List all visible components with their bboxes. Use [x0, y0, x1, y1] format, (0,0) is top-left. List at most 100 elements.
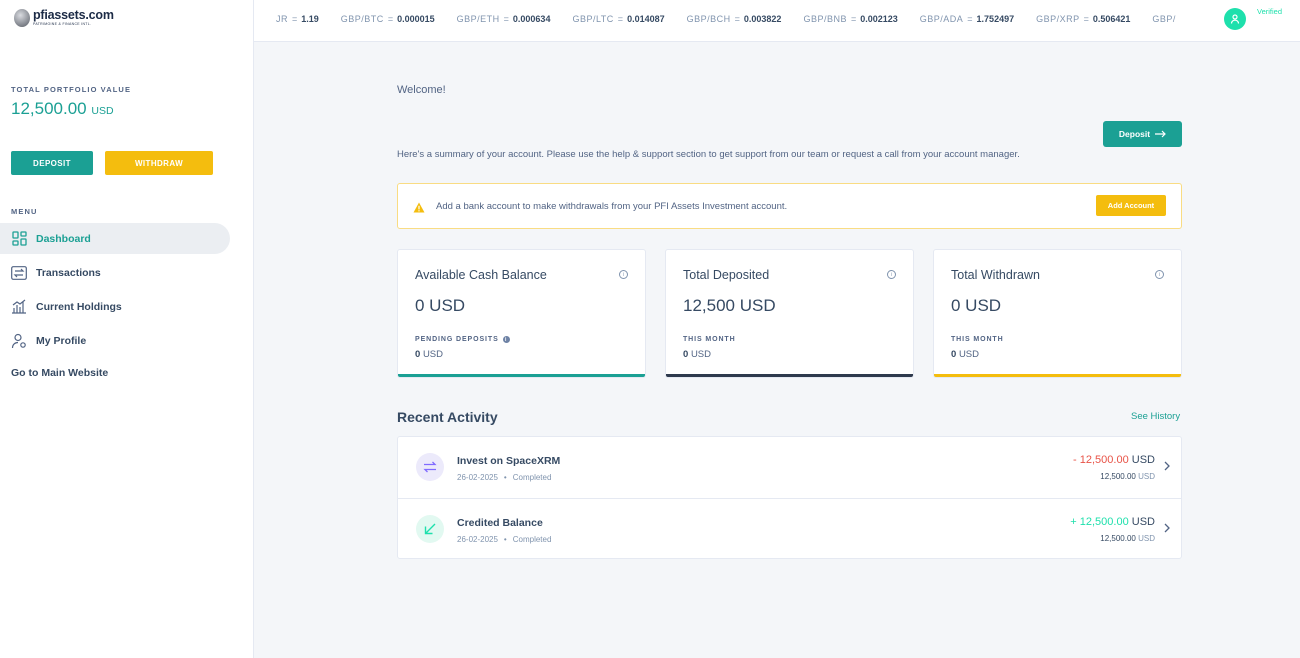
deposit-button[interactable]: Deposit — [1103, 121, 1182, 147]
card-sub-value: 0 USD — [683, 349, 711, 360]
activity-meta: 26-02-2025 • Completed — [457, 535, 552, 544]
card-title: Total Withdrawn — [951, 268, 1040, 282]
sidebar-item-label: My Profile — [36, 334, 87, 347]
menu-label: MENU — [11, 207, 38, 216]
card-accent-bar — [666, 374, 913, 377]
sidebar-item-holdings[interactable]: Current Holdings — [0, 291, 230, 322]
logo-name: pfiassets.com — [33, 8, 114, 22]
info-icon[interactable]: i — [887, 270, 896, 279]
recent-activity-title: Recent Activity — [397, 409, 498, 425]
logo-tagline: PATRIMOINE & FINANCE INTL. — [33, 22, 92, 26]
sidebar-item-profile[interactable]: My Profile — [0, 325, 230, 356]
ticker-item: JR = 1.19 — [276, 14, 319, 24]
card-title: Available Cash Balance — [415, 268, 547, 282]
info-icon[interactable]: i — [502, 336, 510, 343]
ticker-item: GBP/BTC = 0.000015 — [340, 14, 435, 24]
sidebar-item-transactions[interactable]: Transactions — [0, 257, 230, 288]
sidebar-withdraw-button[interactable]: WITHDRAW — [105, 151, 213, 175]
ticker-value: 0.000634 — [512, 14, 551, 24]
ticker-value: 0.003822 — [743, 14, 782, 24]
profile-icon — [11, 333, 27, 349]
transactions-icon — [11, 265, 27, 281]
portfolio-amount: 12,500.00 — [11, 99, 87, 118]
card-amount: 0 USD — [415, 296, 466, 315]
ticker-item: GBP/LTC = 0.014087 — [572, 14, 665, 24]
holdings-icon — [11, 299, 27, 315]
info-icon[interactable]: i — [1155, 270, 1164, 279]
user-icon — [1230, 14, 1240, 24]
info-icon[interactable]: i — [619, 270, 628, 279]
alert-text: Add a bank account to make withdrawals f… — [436, 201, 788, 212]
card-sub-label: PENDING DEPOSITS — [415, 336, 499, 343]
card-sub-label-wrap: THIS MONTH — [683, 336, 736, 343]
dashboard-icon — [11, 231, 27, 247]
ticker-pair: JR — [276, 14, 288, 24]
card-accent-bar — [398, 374, 645, 377]
activity-meta: 26-02-2025 • Completed — [457, 473, 552, 482]
ticker-value: 0.000015 — [397, 14, 435, 24]
topbar: JR = 1.19 GBP/BTC = 0.000015 GBP/ETH = 0.000634 G… — [254, 0, 1300, 42]
card-sub-value: 0 USD — [951, 349, 979, 360]
see-history-link[interactable]: See History — [1131, 411, 1180, 422]
ticker-item: GBP/ — [1152, 14, 1176, 24]
bank-account-alert: Add a bank account to make withdrawals f… — [397, 183, 1182, 229]
activity-title: Credited Balance — [457, 517, 543, 529]
card-sub-value: 0 USD — [415, 349, 443, 360]
swap-icon — [416, 453, 444, 481]
welcome-heading: Welcome! — [397, 84, 446, 96]
ticker-item: GBP/BCH = 0.003822 — [686, 14, 782, 24]
card-amount: 0 USD — [951, 296, 1002, 315]
activity-title: Invest on SpaceXRM — [457, 455, 561, 467]
card-total-withdrawn: Total Withdrawn i 0 USD THIS MONTH 0 USD — [933, 249, 1182, 378]
sidebar: pfiassets.com PATRIMOINE & FINANCE INTL.… — [0, 0, 254, 658]
sidebar-item-main-website[interactable]: Go to Main Website — [0, 357, 230, 388]
portfolio-value-label: TOTAL PORTFOLIO VALUE — [11, 85, 132, 94]
ticker-value: 0.002123 — [860, 14, 898, 24]
user-avatar[interactable] — [1224, 8, 1246, 30]
ticker-pair: GBP/ — [1152, 14, 1176, 24]
card-sub-label-wrap: PENDING DEPOSITS i — [415, 336, 510, 343]
card-accent-bar — [934, 374, 1181, 377]
sidebar-deposit-button[interactable]: DEPOSIT — [11, 151, 93, 175]
sidebar-item-label: Go to Main Website — [11, 366, 109, 379]
ticker-pair: GBP/ADA — [919, 14, 964, 24]
card-title: Total Deposited — [683, 268, 770, 282]
activity-row[interactable]: Invest on SpaceXRM 26-02-2025 • Completed … — [398, 437, 1181, 498]
activity-row[interactable]: Credited Balance 26-02-2025 • Completed + … — [398, 498, 1181, 559]
activity-status: Completed — [512, 473, 552, 482]
activity-date: 26-02-2025 — [457, 473, 498, 482]
ticker-pair: GBP/BNB — [803, 14, 847, 24]
price-ticker: JR = 1.19 GBP/BTC = 0.000015 GBP/ETH = 0.000634 G… — [276, 14, 1204, 24]
activity-list: Invest on SpaceXRM 26-02-2025 • Completed … — [397, 436, 1182, 559]
activity-sub-amount: 12,500.00 USD — [1100, 534, 1155, 543]
ticker-item: GBP/XRP = 0.506421 — [1036, 14, 1131, 24]
ticker-pair: GBP/ETH — [456, 14, 500, 24]
activity-date: 26-02-2025 — [457, 535, 498, 544]
ticker-pair: GBP/BCH — [686, 14, 731, 24]
arrow-right-icon — [1155, 130, 1166, 138]
ticker-item: GBP/ETH = 0.000634 — [456, 14, 551, 24]
activity-amount: + 12,500.00 USD — [1070, 516, 1155, 528]
card-sub-label-wrap: THIS MONTH — [951, 336, 1004, 343]
deposit-button-label: Deposit — [1118, 129, 1151, 139]
arrow-down-left-icon — [416, 515, 444, 543]
card-available-cash: Available Cash Balance i 0 USD PENDING D… — [397, 249, 646, 378]
logo[interactable]: pfiassets.com PATRIMOINE & FINANCE INTL. — [14, 9, 114, 27]
warning-icon — [413, 200, 425, 218]
ticker-pair: GBP/LTC — [572, 14, 614, 24]
card-sub-label: THIS MONTH — [683, 336, 736, 343]
sidebar-item-dashboard[interactable]: Dashboard — [0, 223, 230, 254]
sidebar-item-label: Dashboard — [36, 232, 91, 245]
activity-amount: - 12,500.00 USD — [1073, 454, 1155, 466]
portfolio-value: 12,500.00 USD — [11, 99, 114, 119]
ticker-pair: GBP/BTC — [340, 14, 384, 24]
verified-status: Verified — [1257, 7, 1283, 16]
ticker-value: 0.506421 — [1092, 14, 1131, 24]
ticker-value: 1.19 — [301, 14, 319, 24]
chevron-right-icon — [1164, 461, 1170, 471]
ticker-value: 1.752497 — [976, 14, 1015, 24]
sidebar-item-label: Transactions — [36, 266, 101, 279]
portfolio-unit: USD — [91, 105, 114, 117]
add-account-button[interactable]: Add Account — [1096, 195, 1166, 216]
ticker-item: GBP/ADA = 1.752497 — [919, 14, 1015, 24]
